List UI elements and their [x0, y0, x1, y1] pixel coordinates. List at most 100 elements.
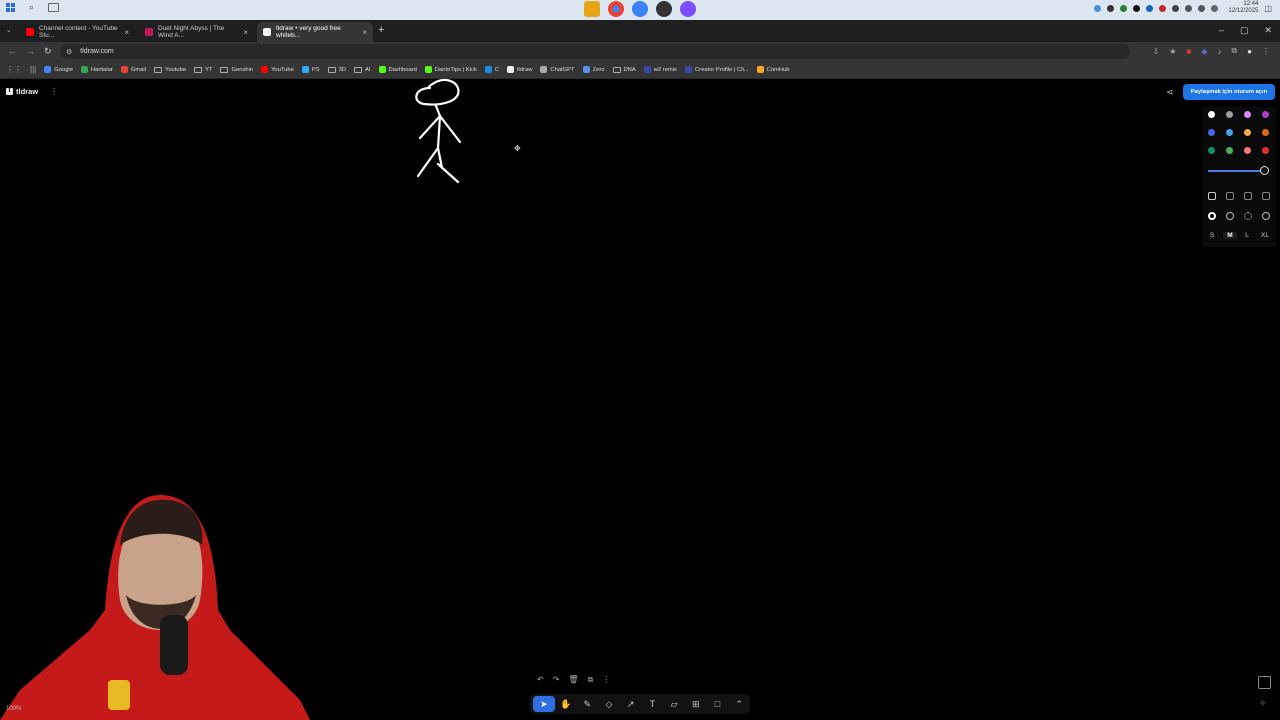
- close-icon[interactable]: ×: [243, 28, 248, 37]
- main-menu-icon[interactable]: ⋮: [50, 87, 58, 96]
- tab-tldraw[interactable]: tldraw • very good free whiteb... ×: [257, 22, 373, 42]
- tray-icon[interactable]: [1133, 4, 1141, 12]
- minimize-icon[interactable]: –: [1219, 25, 1224, 36]
- dash-draw-button[interactable]: [1208, 212, 1216, 220]
- dash-solid-button[interactable]: [1262, 212, 1270, 220]
- color-swatch[interactable]: [1244, 111, 1251, 118]
- bookmark-item[interactable]: DNA: [612, 66, 636, 73]
- fill-pattern-button[interactable]: [1262, 192, 1270, 200]
- close-icon[interactable]: ×: [124, 28, 129, 37]
- zoom-level[interactable]: 100%: [6, 706, 21, 712]
- color-swatch[interactable]: [1244, 147, 1251, 154]
- fill-semi-button[interactable]: [1226, 192, 1234, 200]
- bookmark-item[interactable]: C: [484, 66, 499, 73]
- site-info-icon[interactable]: ⚙: [66, 48, 72, 56]
- text-tool-icon[interactable]: T: [642, 696, 664, 712]
- bookmark-item[interactable]: YT: [194, 66, 212, 73]
- bookmark-item[interactable]: AI: [354, 66, 371, 73]
- install-app-icon[interactable]: ⇩: [1153, 47, 1160, 56]
- bookmark-star-icon[interactable]: ★: [1169, 47, 1176, 56]
- close-window-icon[interactable]: ✕: [1264, 25, 1272, 36]
- bookmark-item[interactable]: ComHub: [756, 66, 790, 73]
- search-icon[interactable]: ⌕: [29, 2, 34, 13]
- file-explorer-icon[interactable]: [584, 1, 600, 17]
- more-actions-icon[interactable]: ⋮: [602, 675, 610, 685]
- more-tools-icon[interactable]: ⌃: [728, 696, 750, 712]
- bookmark-item[interactable]: w2 remix: [643, 66, 677, 73]
- dash-dotted-button[interactable]: [1244, 212, 1252, 220]
- dash-dashed-button[interactable]: [1226, 212, 1234, 220]
- bookmark-item[interactable]: ChatGPT: [540, 66, 575, 73]
- minimap-toggle-button[interactable]: [1258, 676, 1271, 689]
- bookmark-item[interactable]: Creator Profile | Cli...: [684, 66, 749, 73]
- extension-blue-icon[interactable]: ◆: [1201, 47, 1207, 56]
- redo-icon[interactable]: ↷: [553, 675, 560, 685]
- tray-icon[interactable]: [1107, 4, 1115, 12]
- color-swatch[interactable]: [1208, 147, 1215, 154]
- obs-icon[interactable]: [656, 1, 672, 17]
- windows-start-icon[interactable]: [6, 3, 15, 12]
- browser-menu-icon[interactable]: ⋮: [1262, 47, 1270, 56]
- duplicate-icon[interactable]: ⧉: [588, 675, 594, 685]
- bookmark-item[interactable]: Youtube: [153, 66, 186, 73]
- color-swatch[interactable]: [1262, 147, 1269, 154]
- volume-icon[interactable]: [1198, 4, 1206, 12]
- size-xl-button[interactable]: XL: [1258, 232, 1272, 239]
- profile-avatar-icon[interactable]: ●: [1247, 47, 1252, 56]
- tray-icon[interactable]: [1120, 4, 1128, 12]
- bookmark-item[interactable]: Gmail: [120, 66, 146, 73]
- app-icon[interactable]: [632, 1, 648, 17]
- maximize-icon[interactable]: ▢: [1240, 25, 1249, 36]
- undo-icon[interactable]: ↶: [537, 675, 544, 685]
- color-swatch[interactable]: [1244, 129, 1251, 136]
- draw-tool-icon[interactable]: ✎: [576, 696, 598, 712]
- rectangle-tool-icon[interactable]: □: [707, 696, 729, 712]
- bookmark-item[interactable]: tldraw: [506, 66, 532, 73]
- forward-icon[interactable]: →: [26, 46, 35, 56]
- tab-search-icon[interactable]: ⌄: [6, 26, 12, 34]
- size-l-button[interactable]: L: [1240, 232, 1254, 239]
- color-swatch[interactable]: [1208, 111, 1215, 118]
- extension-sound-icon[interactable]: ♪: [1217, 47, 1221, 56]
- app-purple-icon[interactable]: [680, 1, 696, 17]
- bookmark-item[interactable]: Genshin: [220, 66, 253, 73]
- color-swatch[interactable]: [1262, 129, 1269, 136]
- url-text[interactable]: tldraw.com: [80, 48, 113, 55]
- tray-icon[interactable]: [1146, 4, 1154, 12]
- color-swatch[interactable]: [1208, 129, 1215, 136]
- size-s-button[interactable]: S: [1205, 232, 1219, 239]
- delete-icon[interactable]: 🗑: [568, 675, 578, 685]
- bookmark-item[interactable]: Zero: [582, 66, 605, 73]
- note-tool-icon[interactable]: ▱: [663, 696, 685, 712]
- opacity-slider-track[interactable]: [1208, 170, 1266, 172]
- eraser-tool-icon[interactable]: ◇: [598, 696, 620, 712]
- size-m-button[interactable]: M: [1223, 232, 1237, 239]
- bookmark-item[interactable]: 3D: [327, 66, 346, 73]
- task-view-icon[interactable]: [48, 3, 60, 12]
- bookmark-item[interactable]: DanteTips | Kick: [424, 66, 477, 73]
- hand-tool-icon[interactable]: ✋: [555, 696, 577, 712]
- extension-red-icon[interactable]: ■: [1186, 47, 1191, 56]
- opacity-slider-knob[interactable]: [1260, 166, 1269, 175]
- tray-icon[interactable]: [1094, 4, 1102, 12]
- tray-icon[interactable]: [1172, 4, 1180, 12]
- extensions-puzzle-icon[interactable]: ⧉: [1231, 46, 1237, 56]
- bookmark-item[interactable]: PS: [301, 66, 320, 73]
- bookmark-item[interactable]: YouTube: [261, 66, 294, 73]
- color-swatch[interactable]: [1226, 111, 1233, 118]
- wifi-icon[interactable]: [1185, 4, 1193, 12]
- tab-duet-night-abyss[interactable]: Duet Night Abyss | The Wind A... ×: [139, 22, 254, 42]
- fill-none-button[interactable]: [1208, 192, 1216, 200]
- notification-icon[interactable]: ◫: [1264, 4, 1272, 13]
- asset-tool-icon[interactable]: ⊞: [685, 696, 707, 712]
- back-icon[interactable]: ←: [8, 46, 17, 56]
- arrow-tool-icon[interactable]: ↗: [620, 696, 642, 712]
- tldraw-brand[interactable]: t tldraw: [6, 87, 38, 96]
- close-icon[interactable]: ×: [362, 28, 367, 37]
- apps-grid-icon[interactable]: ⋮⋮: [6, 65, 22, 74]
- stick-figure-drawing[interactable]: [400, 76, 480, 191]
- omnibox[interactable]: ⚙ tldraw.com: [60, 44, 1130, 59]
- reload-icon[interactable]: ↻: [44, 46, 52, 57]
- settings-gear-icon[interactable]: [1211, 4, 1219, 12]
- select-tool-icon[interactable]: ➤: [533, 696, 555, 712]
